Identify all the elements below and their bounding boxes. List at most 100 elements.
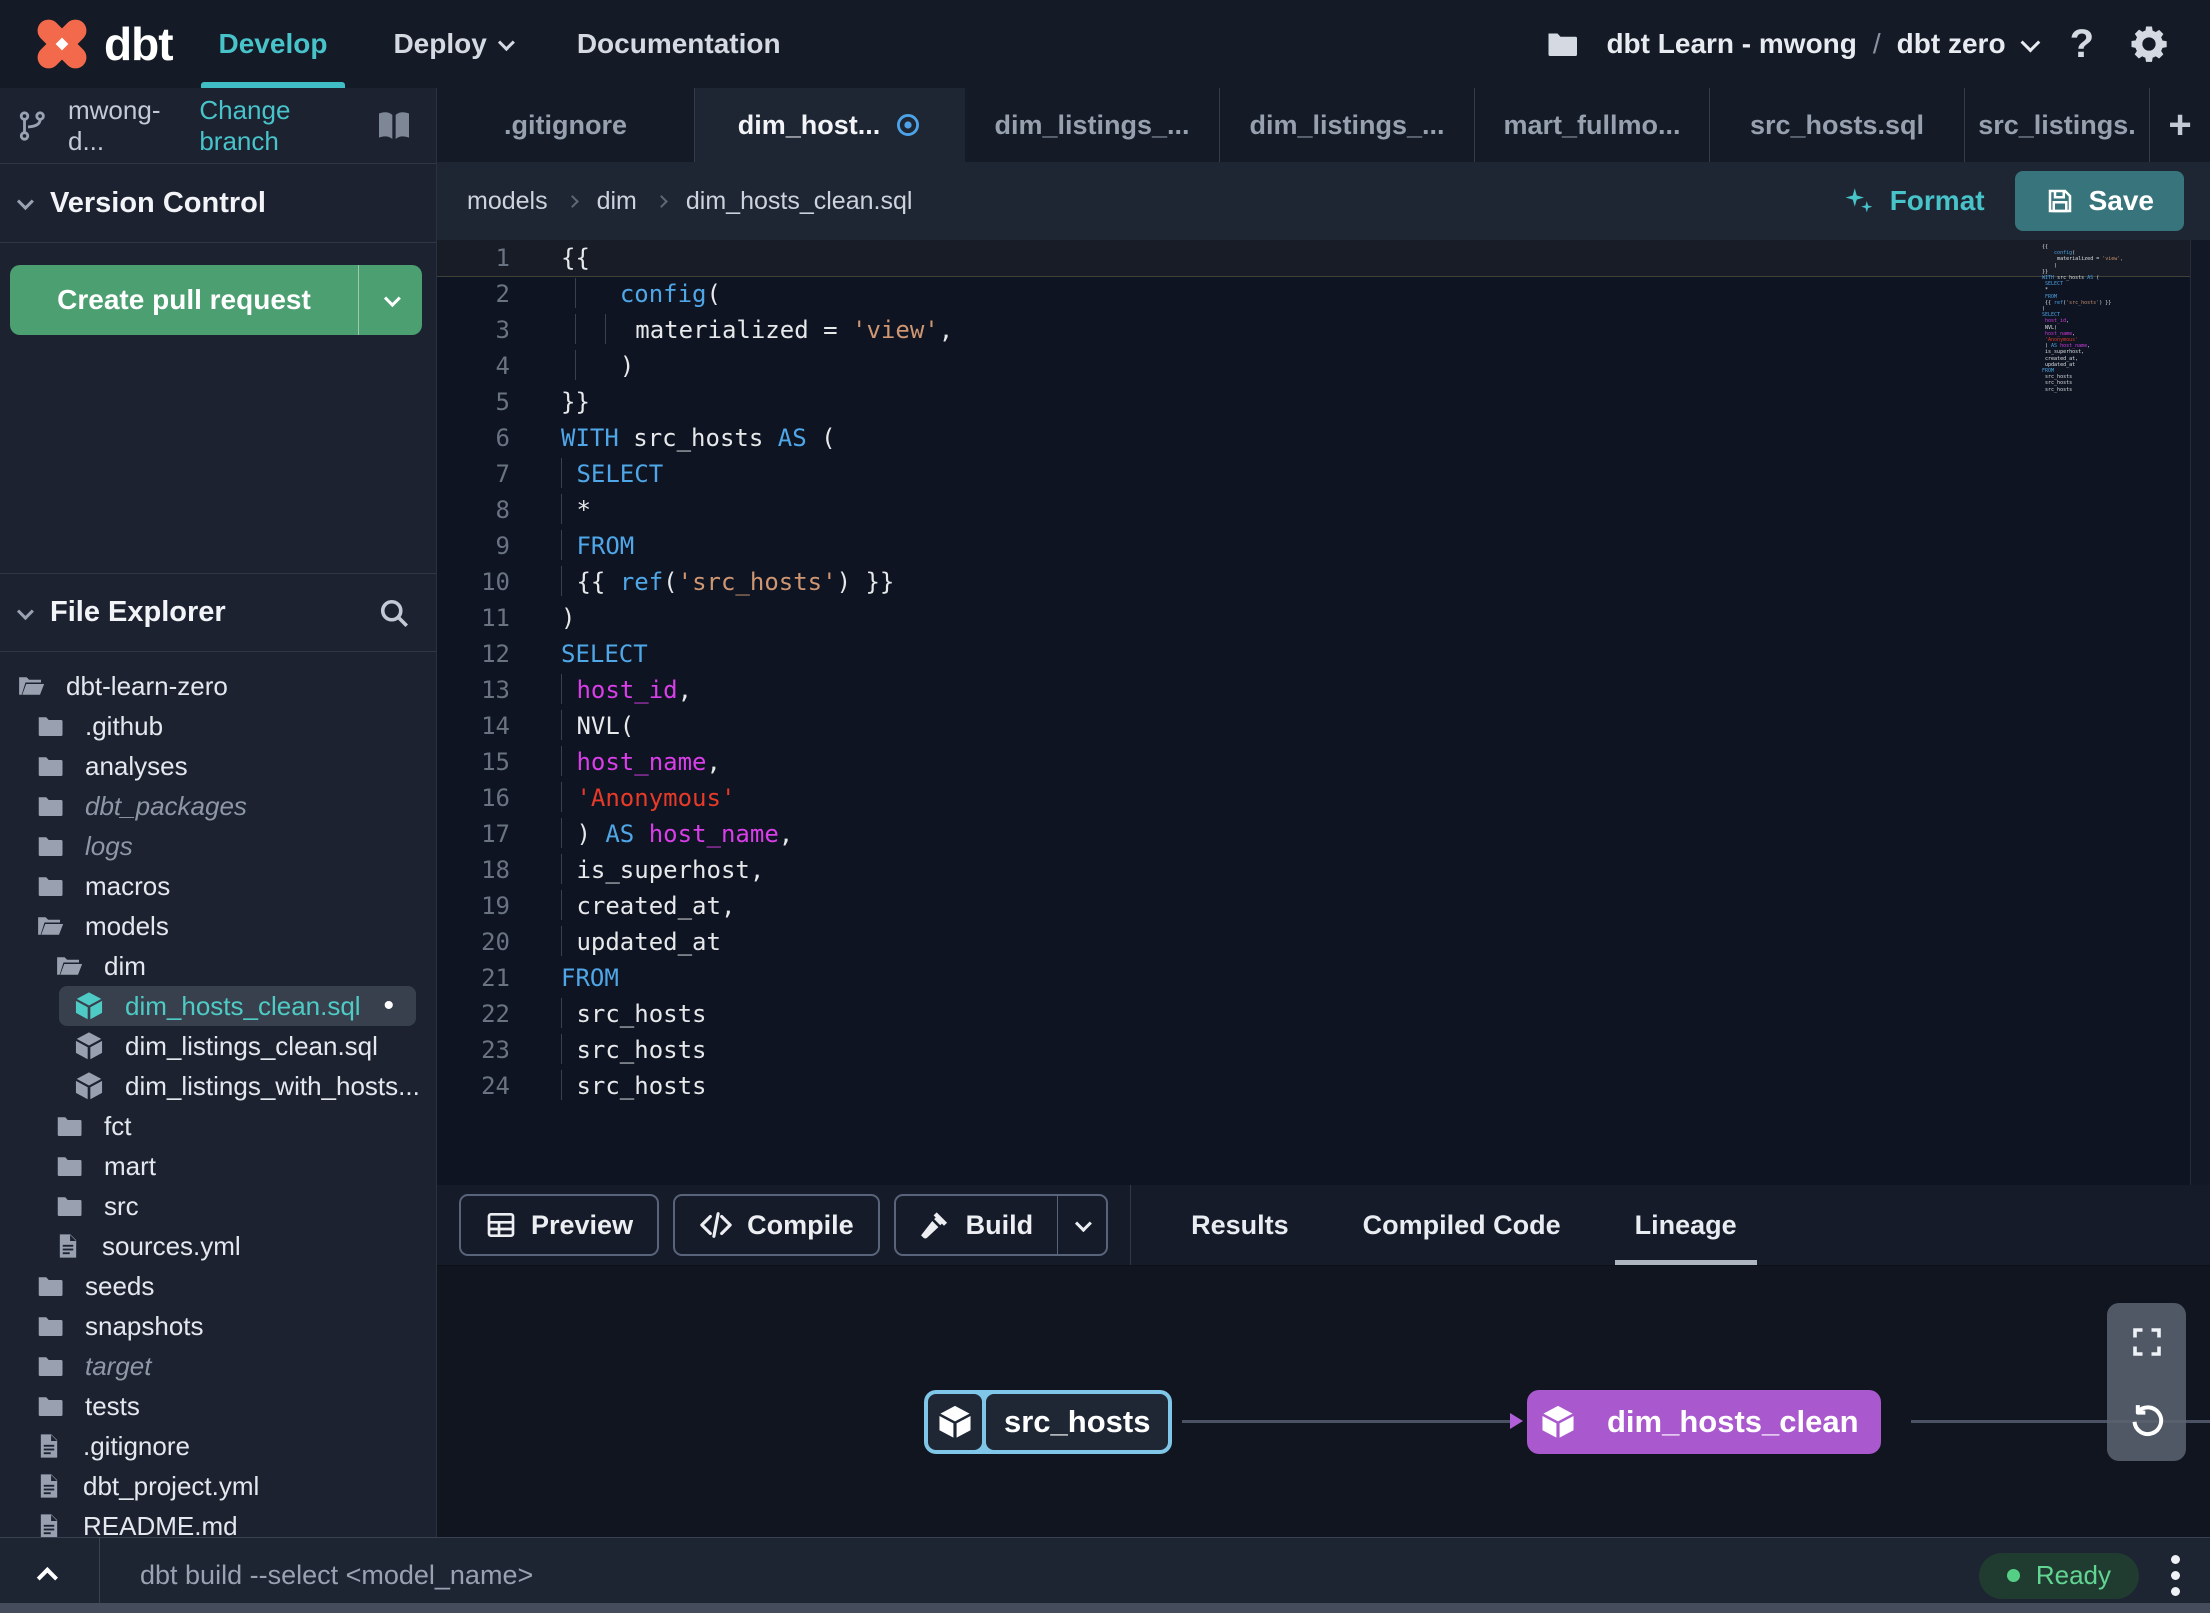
breadcrumb-item[interactable]: dim xyxy=(597,187,637,216)
tab-lineage[interactable]: Lineage xyxy=(1614,1185,1757,1265)
tree-item-mart[interactable]: mart xyxy=(0,1146,436,1186)
code-token: ref xyxy=(619,568,664,596)
code-line-23: 23 src_hosts xyxy=(437,1032,2210,1068)
dbt-logo[interactable]: dbt xyxy=(0,12,219,76)
tree-item-dim[interactable]: dim xyxy=(0,946,436,986)
code-line-16: 16 'Anonymous' xyxy=(437,780,2210,816)
lineage-canvas[interactable]: src_hostsdim_hosts_cleandim_listings_wit… xyxy=(437,1265,2210,1537)
file-tree: dbt-learn-zero .github analyses dbt_package… xyxy=(0,652,436,1537)
file-tab-dim_listings_...[interactable]: dim_listings_... xyxy=(965,88,1220,162)
tree-item-src[interactable]: src xyxy=(0,1186,436,1226)
preview-button[interactable]: Preview xyxy=(459,1194,660,1256)
file-tab-mart_fullmo...[interactable]: mart_fullmo... xyxy=(1475,88,1710,162)
command-input[interactable]: dbt build --select <model_name> xyxy=(100,1560,1979,1591)
save-button[interactable]: Save xyxy=(2014,171,2184,231)
pull-request-dropdown[interactable] xyxy=(358,265,422,335)
file-explorer-header[interactable]: File Explorer xyxy=(0,573,436,652)
lineage-node-dim_hosts_clean[interactable]: dim_hosts_clean xyxy=(1527,1390,1881,1454)
code-line-1: 1 {{ xyxy=(437,240,2210,277)
lineage-node-label: dim_hosts_clean xyxy=(1607,1404,1859,1439)
tree-item-logs[interactable]: logs xyxy=(0,826,436,866)
file-tab-.gitignore[interactable]: .gitignore xyxy=(437,88,695,162)
code-line-content: host_id, xyxy=(561,672,692,708)
tree-item-.github[interactable]: .github xyxy=(0,706,436,746)
editor-scrollbar[interactable] xyxy=(2190,240,2210,1185)
tree-item-dbt_project.yml[interactable]: dbt_project.yml xyxy=(0,1466,436,1506)
help-icon[interactable]: ? xyxy=(2062,22,2102,67)
tree-item-dbt_packages[interactable]: dbt_packages xyxy=(0,786,436,826)
project-switcher[interactable]: dbt Learn - mwong / dbt zero xyxy=(1606,28,2040,60)
line-number: 3 xyxy=(495,316,510,344)
tree-item-seeds[interactable]: seeds xyxy=(0,1266,436,1306)
kebab-menu-icon[interactable] xyxy=(2165,1555,2210,1596)
code-editor[interactable]: 1{{2 config(3 materialized = 'view', 4 ) 5… xyxy=(437,240,2210,1185)
navbar-right: dbt Learn - mwong / dbt zero ? xyxy=(1544,22,2210,67)
tree-item-fct[interactable]: fct xyxy=(0,1106,436,1146)
tree-item-models[interactable]: models xyxy=(0,906,436,946)
model-icon xyxy=(73,1070,105,1102)
refresh-icon[interactable] xyxy=(2127,1401,2167,1441)
format-button[interactable]: Format xyxy=(1812,184,2015,218)
tab-results[interactable]: Results xyxy=(1191,1185,1289,1265)
tree-item-target[interactable]: target xyxy=(0,1346,436,1386)
settings-gear-icon[interactable] xyxy=(2128,23,2170,65)
tree-item-dbt-learn-zero[interactable]: dbt-learn-zero xyxy=(0,666,436,706)
code-token: is_superhost, xyxy=(576,856,765,884)
tree-item-analyses[interactable]: analyses xyxy=(0,746,436,786)
folder-icon xyxy=(1544,26,1580,62)
line-number: 9 xyxy=(495,532,510,560)
code-token: FROM xyxy=(576,532,635,560)
tree-item-sources.yml[interactable]: sources.yml xyxy=(0,1226,436,1266)
tree-item-README.md[interactable]: README.md xyxy=(0,1506,436,1537)
tree-item-label: mart xyxy=(104,1150,156,1181)
line-number: 20 xyxy=(481,928,510,956)
file-tab-src_listings.[interactable]: src_listings. xyxy=(1965,88,2150,162)
tree-item-macros[interactable]: macros xyxy=(0,866,436,906)
sparkles-icon xyxy=(1842,184,1876,218)
file-tab-dim_host...[interactable]: dim_host... xyxy=(695,88,965,162)
code-token: updated_at xyxy=(576,928,721,956)
fullscreen-icon[interactable] xyxy=(2129,1324,2165,1360)
docs-book-icon[interactable] xyxy=(374,106,414,146)
tree-item-dim_listings_with_hosts...[interactable]: dim_listings_with_hosts... xyxy=(0,1066,436,1106)
search-icon[interactable] xyxy=(376,595,412,631)
change-branch-link[interactable]: Change branch xyxy=(199,95,356,157)
code-token: = xyxy=(823,316,853,344)
code-line-content: }} xyxy=(561,384,590,420)
tree-item-.gitignore[interactable]: .gitignore xyxy=(0,1426,436,1466)
nav-menu-item-documentation[interactable]: Documentation xyxy=(577,0,781,88)
version-control-header[interactable]: Version Control xyxy=(0,164,436,243)
breadcrumb-item[interactable]: models xyxy=(467,187,548,216)
code-line-content: host_name, xyxy=(561,744,721,780)
compile-button[interactable]: Compile xyxy=(673,1194,880,1256)
code-line-11: 11) xyxy=(437,600,2210,636)
file-tab-src_hosts.sql[interactable]: src_hosts.sql xyxy=(1710,88,1965,162)
build-dropdown[interactable] xyxy=(1057,1196,1106,1254)
lineage-node-src_hosts[interactable]: src_hosts xyxy=(924,1390,1173,1454)
build-button[interactable]: Build xyxy=(893,1194,1109,1256)
breadcrumb-item[interactable]: dim_hosts_clean.sql xyxy=(686,187,913,216)
code-line-content: WITH src_hosts AS ( xyxy=(561,420,836,456)
create-pull-request-button[interactable]: Create pull request xyxy=(10,265,422,335)
tree-item-tests[interactable]: tests xyxy=(0,1386,436,1426)
modified-indicator-icon xyxy=(894,111,922,139)
nav-menu-item-develop[interactable]: Develop xyxy=(200,0,346,88)
command-bar-toggle[interactable] xyxy=(0,1538,100,1613)
code-line-content: SELECT xyxy=(561,456,663,492)
lineage-edge-1 xyxy=(1182,1414,1523,1428)
tree-item-dim_listings_clean.sql[interactable]: dim_listings_clean.sql xyxy=(0,1026,436,1066)
nav-menu-item-deploy[interactable]: Deploy xyxy=(393,0,515,88)
tree-item-snapshots[interactable]: snapshots xyxy=(0,1306,436,1346)
file-tab-label: src_listings. xyxy=(1978,109,2136,140)
minimap-line: {{ ref('src_hosts') }} xyxy=(2045,299,2112,306)
file-tab-dim_listings_...[interactable]: dim_listings_... xyxy=(1220,88,1475,162)
tab-compiled-code[interactable]: Compiled Code xyxy=(1363,1185,1561,1265)
tree-item-dim_hosts_clean.sql[interactable]: dim_hosts_clean.sql • xyxy=(59,986,416,1026)
minimap[interactable]: {{ config( materialized = 'view', )}}WIT… xyxy=(2042,244,2122,393)
button-label: Preview xyxy=(531,1209,634,1240)
new-tab-button[interactable]: + xyxy=(2150,88,2210,162)
file-icon xyxy=(35,1432,63,1460)
